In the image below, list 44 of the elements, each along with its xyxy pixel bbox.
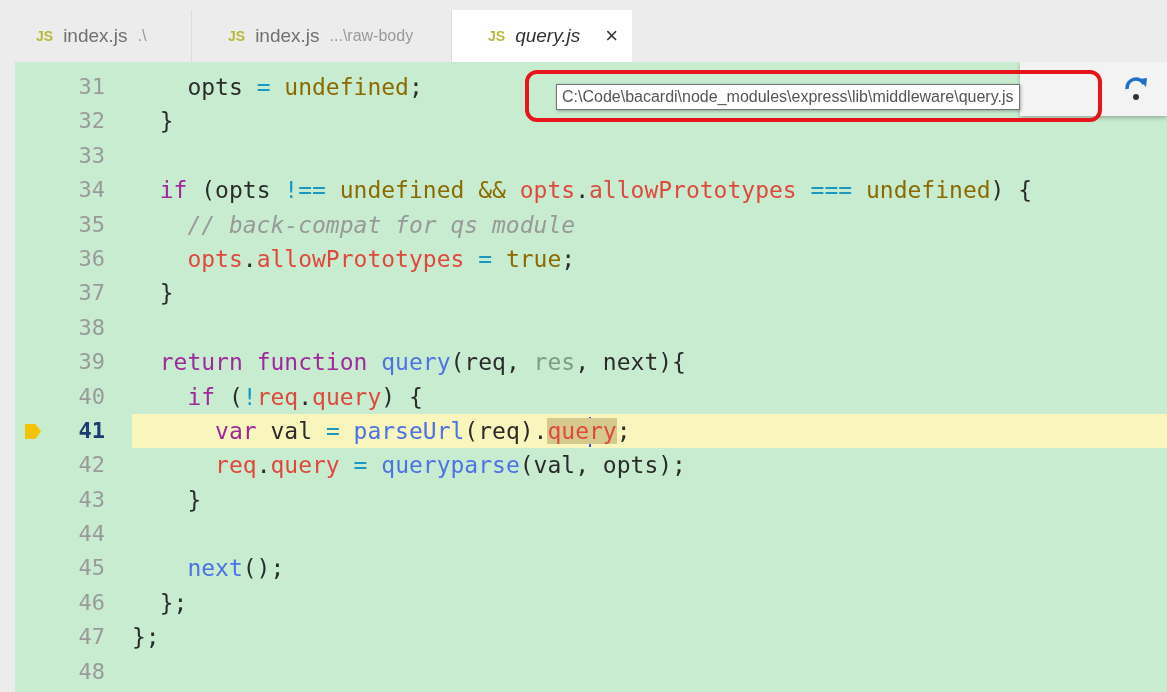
line-number: 39: [78, 348, 105, 377]
line-number: 42: [78, 451, 105, 480]
tab-label: index.js: [63, 25, 128, 47]
line-number: 31: [78, 73, 105, 101]
line-number: 46: [78, 588, 105, 617]
code-line: return function query(req, res, next){: [158, 348, 686, 378]
line-number: 36: [78, 244, 105, 273]
line-number: 47: [78, 623, 105, 652]
close-icon[interactable]: ×: [605, 25, 618, 47]
js-file-icon: JS: [488, 28, 506, 44]
line-number: 43: [78, 485, 105, 514]
code-line: // back-compat for qs module: [186, 210, 576, 240]
line-number: 48: [78, 657, 105, 686]
code-line: }: [158, 107, 174, 137]
editor-tab[interactable]: JS query.js ×: [452, 10, 632, 62]
js-file-icon: JS: [36, 28, 54, 44]
line-number: 32: [78, 107, 105, 136]
code-line: opts.allowPrototypes = true;: [186, 244, 576, 274]
line-number: 45: [78, 554, 105, 583]
step-over-icon[interactable]: [1123, 75, 1149, 103]
code-line: };: [158, 588, 188, 618]
line-number: 37: [78, 279, 105, 308]
line-number: 44: [78, 520, 105, 549]
code-line: };: [132, 623, 160, 653]
line-number: 41: [78, 416, 105, 445]
code-line: if (!req.query) {: [186, 382, 423, 412]
line-number: 35: [78, 210, 105, 239]
tab-path: ...\raw-body: [329, 27, 414, 45]
code-line: if (opts !== undefined && opts.allowPrototypes === undefined) {: [158, 176, 1033, 206]
tab-label: index.js: [255, 25, 320, 47]
code-line: }: [186, 485, 202, 515]
line-number: 33: [78, 141, 105, 170]
code-line: opts = undefined;: [186, 73, 423, 102]
file-path-tooltip: C:\Code\bacardi\node_modules\express\lib\middleware\query.js: [556, 84, 1020, 110]
code-line: req.query = queryparse(val, opts);: [214, 451, 686, 481]
line-number: 38: [78, 313, 105, 342]
tab-path: .\: [137, 27, 147, 45]
line-number: 34: [78, 176, 105, 205]
tab-label: query.js: [515, 25, 581, 47]
code-line: next();: [186, 554, 285, 584]
line-number: 40: [78, 382, 105, 411]
code-line: }: [158, 279, 174, 309]
js-file-icon: JS: [228, 28, 246, 44]
code-line: var val = parseUrl(req).que ry;: [132, 413, 631, 449]
